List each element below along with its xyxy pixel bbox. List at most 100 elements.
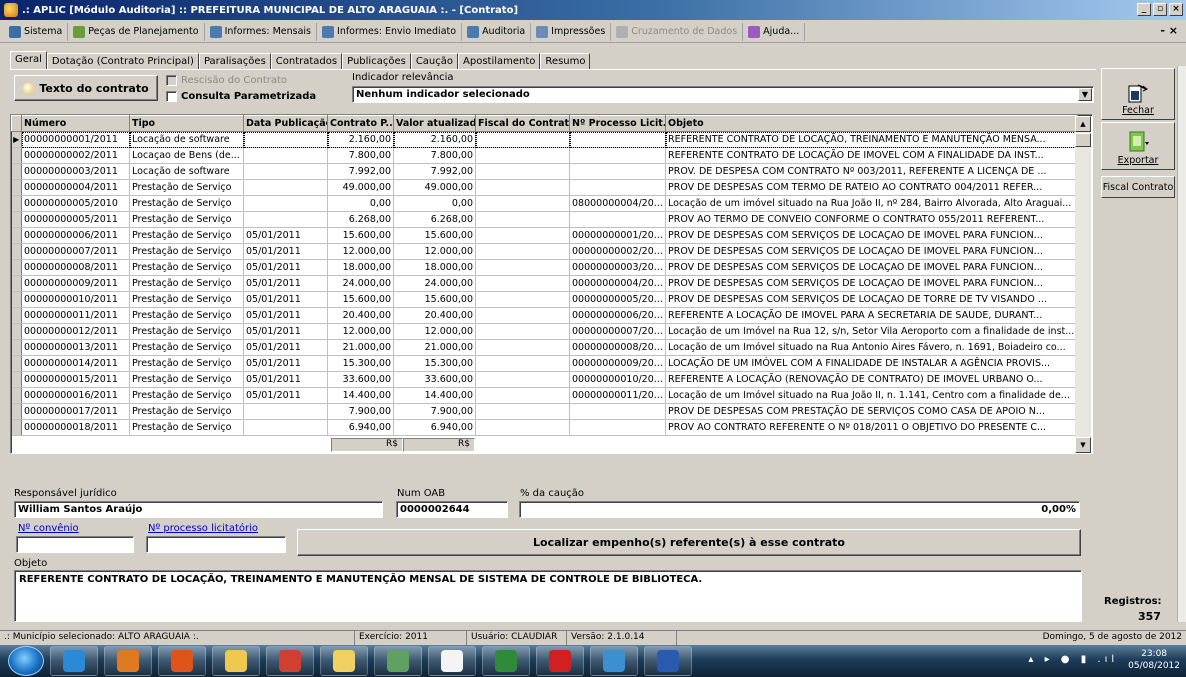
taskbar-button[interactable] [104, 646, 152, 676]
table-row[interactable]: 00000000016/2011 Prestação de Serviço 05/0… [11, 387, 1078, 404]
chevron-down-icon[interactable]: ▼ [1078, 88, 1092, 101]
menu-item-cruzamento-de-dados[interactable]: Cruzamento de Dados [611, 22, 744, 41]
table-cell: 00000000013/2011 [21, 339, 130, 356]
taskbar-button[interactable] [266, 646, 314, 676]
title-bar[interactable]: .: APLIC [Módulo Auditoria] :: PREFEITUR… [0, 0, 1186, 20]
table-row[interactable]: ▶ 00000000001/2011 Locação de software 2.16… [11, 131, 1078, 148]
taskbar-button[interactable] [320, 646, 368, 676]
menu-item-auditoria[interactable]: Auditoria [462, 22, 532, 41]
table-cell: Prestação de Serviço [129, 259, 244, 276]
menu-item-sistema[interactable]: Sistema [4, 22, 69, 41]
registros-count: 357 [1138, 610, 1161, 623]
column-header[interactable]: Número [21, 115, 130, 132]
table-row[interactable]: 00000000004/2011 Prestação de Serviço 49.0… [11, 179, 1078, 196]
tray-icons[interactable]: ▴ ▸ ● ▮ .ıl [1028, 654, 1118, 666]
menu-item-impress-es[interactable]: Impressões [531, 22, 612, 41]
close-button[interactable]: × [1169, 3, 1183, 16]
table-row[interactable]: 00000000002/2011 Locaçao de Bens (de... 7.… [11, 147, 1078, 164]
tab-paralisa-es[interactable]: Paralisações [198, 53, 271, 70]
table-row[interactable]: 00000000015/2011 Prestação de Serviço 05/0… [11, 371, 1078, 388]
table-cell: PROV AO TERMO DE CONVEIO CONFORME O CONT… [665, 211, 1078, 228]
caucao-field[interactable]: 0,00% [519, 501, 1080, 518]
indicador-select[interactable]: Nenhum indicador selecionado ▼ [352, 86, 1094, 103]
maximize-button[interactable]: ▫ [1153, 3, 1167, 16]
taskbar-button[interactable] [50, 646, 98, 676]
table-row[interactable]: 00000000013/2011 Prestação de Serviço 05/0… [11, 339, 1078, 356]
taskbar-button[interactable] [212, 646, 260, 676]
tab-resumo[interactable]: Resumo [540, 53, 591, 70]
menu-item-ajuda[interactable]: Ajuda... [743, 22, 806, 41]
oab-field[interactable]: 0000002644 [396, 501, 508, 518]
contracts-grid[interactable]: Número Tipo Data Publicação Contrato P... Va… [10, 114, 1093, 454]
clock[interactable]: 23:08 05/08/2012 [1128, 648, 1180, 672]
mdi-window-controls[interactable]: - × [1160, 24, 1178, 37]
start-button[interactable] [8, 646, 44, 676]
tab-geral[interactable]: Geral [10, 51, 47, 70]
column-header[interactable]: Valor atualizado [393, 115, 476, 132]
table-row[interactable]: 00000000003/2011 Locação de software 7.992… [11, 163, 1078, 180]
table-row[interactable]: 00000000008/2011 Prestação de Serviço 05/0… [11, 259, 1078, 276]
tab-publica-es[interactable]: Publicações [342, 53, 411, 70]
table-cell: REFERENTE A LOCAÇÃO (RENOVAÇÃO DE CONTRA… [665, 371, 1078, 388]
table-row[interactable]: 00000000009/2011 Prestação de Serviço 05/0… [11, 275, 1078, 292]
tab-apostilamento[interactable]: Apostilamento [458, 53, 541, 70]
table-row[interactable]: 00000000010/2011 Prestação de Serviço 05/0… [11, 291, 1078, 308]
menu-item-informes-mensais[interactable]: Informes: Mensais [205, 22, 318, 41]
taskbar-button[interactable] [428, 646, 476, 676]
convenio-link[interactable]: Nº convênio [18, 523, 79, 534]
table-cell: 05/01/2011 [243, 291, 328, 308]
table-cell [475, 243, 570, 260]
scroll-thumb[interactable] [1075, 133, 1091, 147]
processo-link[interactable]: Nº processo licitatório [148, 523, 258, 534]
system-icon [9, 25, 21, 38]
tab-dota-o-contrato-principal[interactable]: Dotação (Contrato Principal) [46, 53, 199, 70]
table-row[interactable]: 00000000006/2011 Prestação de Serviço 05/0… [11, 227, 1078, 244]
tab-contratados[interactable]: Contratados [270, 53, 343, 70]
table-cell: Prestação de Serviço [129, 371, 244, 388]
table-row[interactable]: 00000000018/2011 Prestação de Serviço 6.94… [11, 419, 1078, 436]
column-header[interactable]: Nº Processo Licit... [569, 115, 666, 132]
taskbar-button[interactable] [482, 646, 530, 676]
tab-cau-o[interactable]: Caução [410, 53, 459, 70]
menu-label: Informes: Mensais [224, 26, 312, 37]
scroll-down-icon[interactable]: ▼ [1075, 437, 1091, 453]
table-row[interactable]: 00000000014/2011 Prestação de Serviço 05/0… [11, 355, 1078, 372]
table-cell: 00000000001/2011 [21, 131, 130, 148]
menu-item-informes-envio-imediato[interactable]: Informes: Envio Imediato [317, 22, 463, 41]
scroll-up-icon[interactable]: ▲ [1075, 116, 1091, 132]
column-header[interactable]: Fiscal do Contrato [475, 115, 570, 132]
texto-contrato-button[interactable]: Texto do contrato [14, 75, 158, 101]
fiscal-contrato-button[interactable]: Fiscal Contrato [1101, 176, 1175, 198]
taskbar-button[interactable] [644, 646, 692, 676]
window-title: .: APLIC [Módulo Auditoria] :: PREFEITUR… [22, 4, 519, 16]
table-row[interactable]: 00000000005/2011 Prestação de Serviço 6.26… [11, 211, 1078, 228]
exportar-button[interactable]: Exportar [1101, 122, 1175, 170]
convenio-field[interactable] [16, 536, 134, 553]
taskbar-button[interactable] [536, 646, 584, 676]
rescisao-checkbox[interactable]: Rescisão do Contrato [166, 75, 287, 86]
menu-item-pe-as-de-planejamento[interactable]: Peças de Planejamento [68, 22, 205, 41]
table-cell: 18.000,00 [327, 259, 394, 276]
minimize-button[interactable]: _ [1137, 3, 1151, 16]
fechar-button[interactable]: Fechar [1101, 68, 1175, 120]
table-row[interactable]: 00000000005/2010 Prestação de Serviço 0,00… [11, 195, 1078, 212]
localizar-empenho-button[interactable]: Localizar empenho(s) referente(s) à esse… [297, 529, 1081, 556]
column-header[interactable]: Objeto [665, 115, 1078, 132]
column-header[interactable]: Tipo [129, 115, 244, 132]
row-indicator [11, 259, 22, 276]
consulta-parametrizada-checkbox[interactable]: Consulta Parametrizada [166, 91, 316, 102]
table-row[interactable]: 00000000007/2011 Prestação de Serviço 05/0… [11, 243, 1078, 260]
column-header[interactable]: Contrato P... [327, 115, 394, 132]
taskbar-button[interactable] [374, 646, 422, 676]
taskbar-button[interactable] [590, 646, 638, 676]
taskbar-button[interactable] [158, 646, 206, 676]
table-row[interactable]: 00000000012/2011 Prestação de Serviço 05/0… [11, 323, 1078, 340]
column-header[interactable]: Data Publicação [243, 115, 328, 132]
table-cell: Prestação de Serviço [129, 403, 244, 420]
table-row[interactable]: 00000000017/2011 Prestação de Serviço 7.90… [11, 403, 1078, 420]
table-row[interactable]: 00000000011/2011 Prestação de Serviço 05/0… [11, 307, 1078, 324]
processo-field[interactable] [146, 536, 286, 553]
responsavel-field[interactable]: William Santos Araújo [14, 501, 383, 518]
objeto-textarea[interactable]: REFERENTE CONTRATO DE LOCAÇÃO, TREINAMEN… [14, 570, 1082, 622]
grid-vertical-scrollbar[interactable]: ▲ ▼ [1075, 116, 1091, 453]
